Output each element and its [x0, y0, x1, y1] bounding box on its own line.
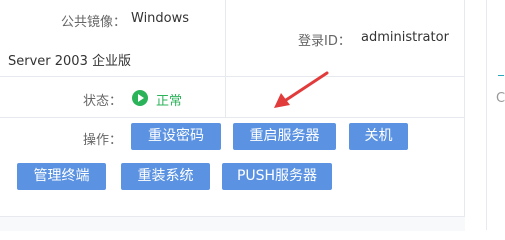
shutdown-button[interactable]: 关机 — [349, 123, 408, 150]
status-label: 状态： — [83, 94, 123, 109]
reinstall-system-button[interactable]: 重装系统 — [121, 163, 210, 190]
footer-strip — [0, 216, 465, 231]
login-id-value: administrator — [361, 30, 449, 45]
public-image-value: Windows — [131, 11, 190, 26]
sidebar-partial-text: C — [496, 91, 505, 106]
right-sidebar: C — [486, 0, 505, 230]
status-running-icon — [132, 90, 148, 106]
login-id-label: 登录ID： — [298, 34, 351, 49]
status-value: 正常 — [156, 94, 183, 109]
push-server-button[interactable]: PUSH服务器 — [222, 163, 332, 190]
server-info-panel: 公共镜像： Windows Server 2003 企业版 登录ID： admi… — [0, 0, 465, 231]
row-divider — [0, 76, 465, 77]
actions-label: 操作： — [83, 133, 123, 148]
manage-terminal-button[interactable]: 管理终端 — [17, 163, 106, 190]
sidebar-accent-mark — [498, 75, 504, 76]
column-divider — [225, 0, 226, 117]
public-image-label: 公共镜像： — [61, 15, 127, 30]
reset-password-button[interactable]: 重设密码 — [131, 123, 221, 150]
row-divider — [0, 117, 465, 118]
panel-right-border — [464, 0, 465, 230]
public-image-value-continued: Server 2003 企业版 — [8, 54, 131, 69]
restart-server-button[interactable]: 重启服务器 — [233, 123, 336, 150]
